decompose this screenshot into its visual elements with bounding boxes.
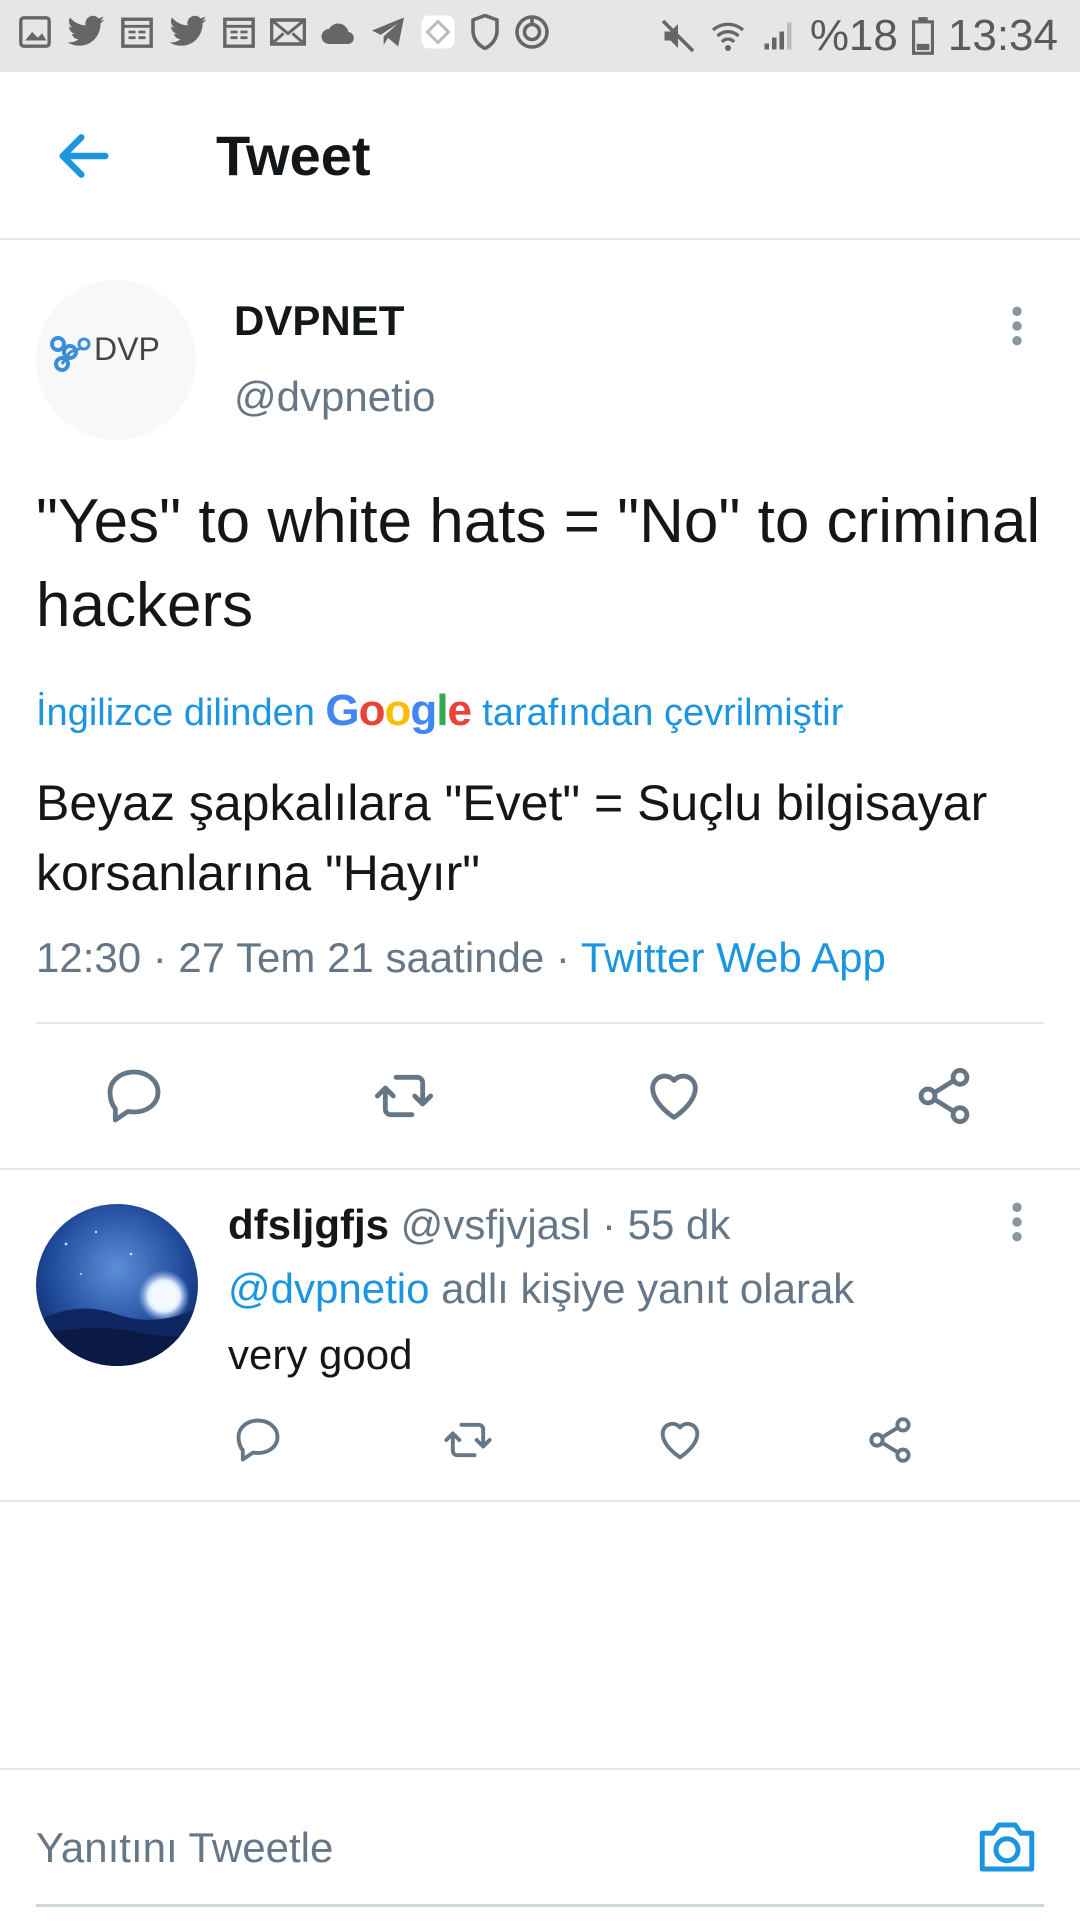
reply-share-button[interactable] — [864, 1414, 916, 1466]
translation-prefix: İngilizce dilinden — [36, 692, 315, 734]
divider — [0, 1168, 1080, 1170]
author-handle[interactable]: @dvpnetio — [234, 372, 435, 422]
reply-composer: Yanıtını Tweetle — [0, 1768, 1080, 1922]
tweet-more-button[interactable] — [1002, 304, 1032, 348]
author-name[interactable]: DVPNET — [234, 296, 404, 346]
calendar-icon — [223, 17, 255, 48]
camera-icon — [979, 1822, 1035, 1872]
heart-icon — [650, 1073, 698, 1120]
like-button[interactable] — [642, 1064, 706, 1128]
reply-icon — [236, 1418, 280, 1462]
reply-reply-button[interactable] — [232, 1414, 284, 1466]
reply-context: @dvpnetio adlı kişiye yanıt olarak — [228, 1262, 854, 1316]
gallery-icon — [19, 16, 51, 48]
divider — [0, 1500, 1080, 1502]
notification-icons — [18, 14, 550, 50]
retweet-button[interactable] — [372, 1064, 436, 1128]
calendar-icon — [121, 17, 153, 48]
svg-text:DVP: DVP — [94, 331, 160, 367]
tweet-timestamp: 12:30 · 27 Tem 21 saatinde · — [36, 934, 581, 981]
mail-icon — [270, 18, 306, 46]
divider — [36, 1022, 1044, 1024]
more-vertical-icon — [1012, 306, 1022, 346]
reply-context-text: adlı kişiye yanıt olarak — [429, 1265, 855, 1312]
reply-retweet-button[interactable] — [442, 1414, 494, 1466]
night-sky-avatar — [36, 1204, 198, 1366]
translated-text: Beyaz şapkalılara "Evet" = Suçlu bilgisa… — [36, 775, 988, 901]
telegram-icon — [372, 17, 404, 47]
tweet-meta: 12:30 · 27 Tem 21 saatinde · Twitter Web… — [36, 932, 886, 984]
reply-author-name[interactable]: dfsljgfjs — [228, 1201, 389, 1248]
cloud-icon — [321, 23, 354, 45]
battery-icon — [911, 17, 934, 55]
retweet-icon — [374, 1074, 434, 1118]
page-title: Tweet — [216, 124, 371, 187]
author-avatar[interactable]: DVP — [36, 280, 196, 440]
reply-like-button[interactable] — [654, 1414, 706, 1466]
power-icon — [515, 15, 549, 49]
reply-icon — [107, 1069, 161, 1123]
reply-text: very good — [228, 1331, 413, 1378]
reply-more-button[interactable] — [1002, 1200, 1032, 1244]
signal-icon — [764, 22, 792, 50]
twitter-icon — [169, 15, 207, 46]
twitter-icon — [67, 15, 105, 46]
tweet-text: "Yes" to white hats = "No" to criminal h… — [36, 487, 1041, 640]
mute-icon — [661, 19, 695, 53]
arrow-left-icon — [59, 134, 109, 178]
share-button[interactable] — [912, 1064, 976, 1128]
status-bar: %18 13:34 — [0, 0, 1080, 72]
google-logo: Google — [325, 686, 472, 735]
share-icon — [918, 1068, 970, 1124]
more-vertical-icon — [1012, 1202, 1022, 1242]
translation-suffix: tarafından çevrilmiştir — [482, 692, 844, 734]
dvp-logo: DVP — [36, 280, 196, 440]
heart-icon — [660, 1421, 700, 1460]
reply-header: dfsljgfjs @vsfjvjasl · 55 dk — [228, 1198, 730, 1252]
system-status: %18 13:34 — [660, 10, 1058, 62]
reply-input[interactable]: Yanıtını Tweetle — [36, 1822, 333, 1874]
input-underline — [36, 1904, 1044, 1907]
retweet-icon — [444, 1422, 492, 1458]
tweet-source-link[interactable]: Twitter Web App — [581, 934, 886, 981]
reply-button[interactable] — [102, 1064, 166, 1128]
app-icon — [421, 15, 455, 49]
reply-avatar[interactable] — [36, 1204, 198, 1366]
reply-handle-time: @vsfjvjasl · 55 dk — [389, 1201, 731, 1248]
share-icon — [869, 1417, 911, 1463]
shield-icon — [471, 14, 499, 50]
camera-button[interactable] — [974, 1814, 1040, 1880]
battery-percent: %18 — [809, 11, 898, 60]
back-button[interactable] — [52, 124, 116, 188]
reply-mention-link[interactable]: @dvpnetio — [228, 1265, 429, 1312]
top-app-bar: Tweet — [0, 72, 1080, 240]
wifi-icon — [711, 22, 744, 51]
clock: 13:34 — [947, 11, 1058, 60]
translation-attribution[interactable]: İngilizce dilinden Google tarafından çev… — [36, 686, 843, 738]
